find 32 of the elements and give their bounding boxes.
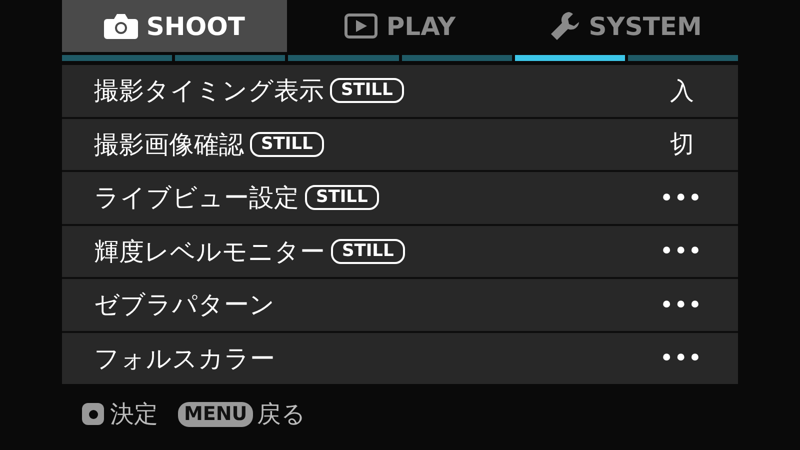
menu-item[interactable]: ゼブラパターン ••• [62,279,738,330]
menu-key: MENU [178,402,254,426]
wrench-icon [548,10,581,42]
still-badge: STILL [250,132,324,157]
menu-item[interactable]: 撮影タイミング表示 STILL 入 [62,65,738,116]
item-value: ••• [660,184,702,212]
menu-tab[interactable]: SYSTEM [512,0,738,52]
menu-item[interactable]: 輝度レベルモニター STILL ••• [62,226,738,277]
item-value: 切 [669,129,695,160]
ok-button-icon [82,403,104,425]
still-badge: STILL [305,185,379,210]
item-label: ライブビュー設定 [94,182,299,214]
menu-item[interactable]: ライブビュー設定 STILL ••• [62,172,738,224]
still-badge: STILL [331,238,405,264]
item-label: 撮影タイミング表示 [94,75,324,108]
camera-icon [104,13,138,39]
item-value: ••• [660,290,702,319]
hint-label: 戻る [257,399,306,430]
menu-tab[interactable]: SHOOT [62,0,288,52]
item-label: 撮影画像確認 [94,128,244,161]
item-value: ••• [660,237,702,266]
item-value: ••• [660,344,702,372]
still-badge: STILL [330,78,404,104]
hint-label: 決定 [110,399,158,430]
play-icon [344,13,378,39]
item-label: 輝度レベルモニター [94,236,325,268]
item-value: 入 [669,76,695,107]
menu-item[interactable]: 撮影画像確認 STILL 切 [62,118,738,170]
item-label: ゼブラパターン [94,289,275,322]
menu-item[interactable]: フォルスカラー ••• [62,332,738,384]
menu-tab[interactable]: PLAY [287,0,513,52]
item-label: フォルスカラー [94,342,275,375]
